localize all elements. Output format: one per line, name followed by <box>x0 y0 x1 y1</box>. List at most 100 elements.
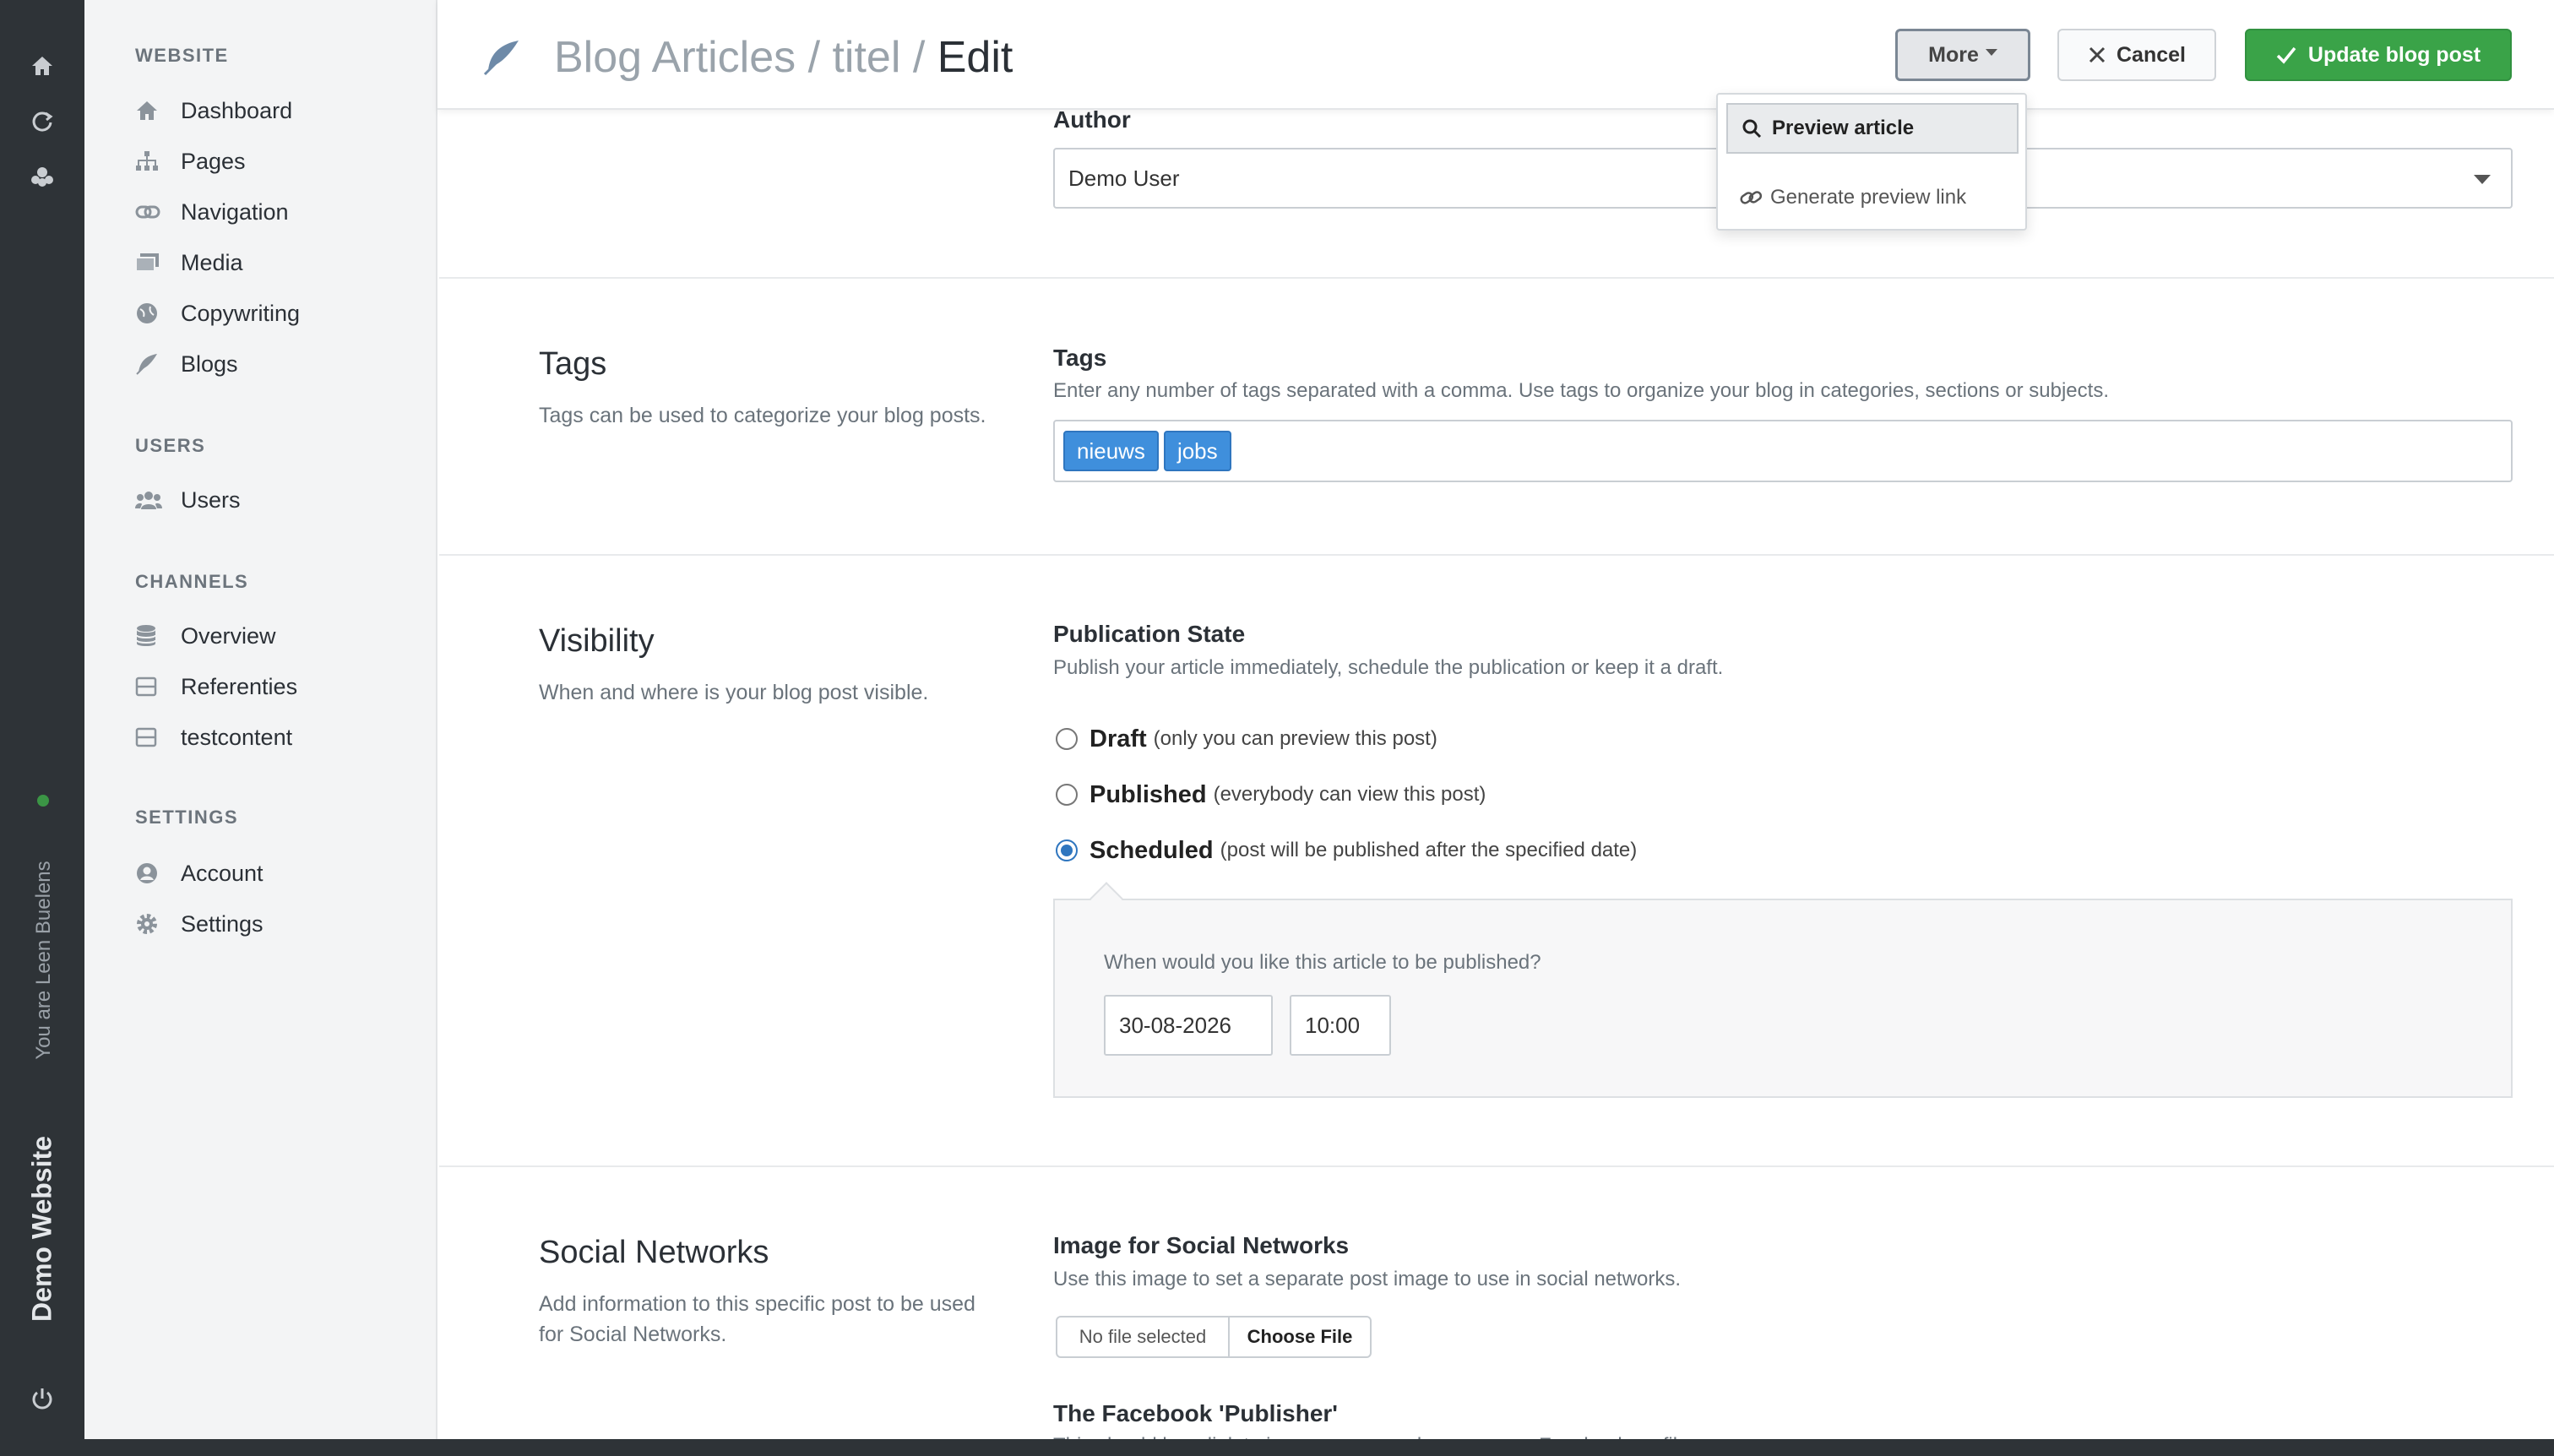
section-divider <box>439 1165 2554 1167</box>
sidebar-item-pages[interactable]: Pages <box>135 143 422 180</box>
radio-title: Draft <box>1090 725 1147 752</box>
power-icon[interactable] <box>25 1382 59 1415</box>
schedule-question: When would you like this article to be p… <box>1104 951 1541 974</box>
sidebar-item-label: Dashboard <box>181 97 293 123</box>
users-icon[interactable] <box>25 160 59 194</box>
tags-section-title: Tags <box>539 346 607 382</box>
gear-icon <box>135 911 166 937</box>
sidebar-item-label: Users <box>181 486 241 513</box>
social-image-file-input[interactable]: No file selected Choose File <box>1056 1316 1372 1358</box>
sidebar-item-label: Account <box>181 860 264 886</box>
database-icon <box>135 623 166 649</box>
sidebar-item-blogs[interactable]: Blogs <box>135 345 422 383</box>
tag-chip[interactable]: jobs <box>1163 431 1231 471</box>
current-user-label: You are Leen Buelens <box>32 861 55 1060</box>
sidebar-item-dashboard[interactable]: Dashboard <box>135 92 422 129</box>
box-icon <box>135 674 166 699</box>
social-section-description: Add information to this specific post to… <box>539 1292 975 1346</box>
menu-item-label: Generate preview link <box>1770 186 1967 209</box>
feather-icon <box>135 351 166 377</box>
tags-section-description: Tags can be used to categorize your blog… <box>539 404 986 427</box>
sidebar-item-navigation[interactable]: Navigation <box>135 193 422 231</box>
sidebar-item-label: Blogs <box>181 350 238 377</box>
search-icon <box>1742 118 1765 139</box>
publication-state-label: Publication State <box>1053 621 1246 647</box>
refresh-icon[interactable] <box>25 105 59 139</box>
breadcrumb-article[interactable]: titel <box>832 33 900 82</box>
sidebar-item-label: Referenties <box>181 673 298 699</box>
more-button-label: More <box>1928 42 1979 67</box>
menu-item-label: Preview article <box>1772 117 1915 139</box>
sidebar-item-users[interactable]: Users <box>135 481 422 519</box>
radio-note: (everybody can view this post) <box>1213 783 1486 806</box>
tags-input[interactable]: nieuws jobs <box>1053 420 2513 482</box>
feather-icon <box>481 37 522 82</box>
breadcrumb-current: Edit <box>937 33 1013 82</box>
sidebar: WEBSITE Dashboard Pages Navigation Media… <box>84 0 437 1456</box>
cancel-button-label: Cancel <box>2117 42 2186 67</box>
section-divider <box>439 277 2554 279</box>
radio-title: Published <box>1090 780 1207 808</box>
sidebar-item-label: Settings <box>181 910 264 937</box>
sitemap-icon <box>135 149 166 174</box>
images-icon <box>135 250 166 275</box>
social-image-help: Use this image to set a separate post im… <box>1053 1268 1682 1290</box>
breadcrumb-blog-articles[interactable]: Blog Articles <box>554 33 796 82</box>
close-icon <box>2088 46 2106 64</box>
radio-button[interactable] <box>1056 728 1078 750</box>
radio-title: Scheduled <box>1090 836 1214 864</box>
sidebar-item-referenties[interactable]: Referenties <box>135 668 422 705</box>
app-rail: You are Leen Buelens Demo Website <box>0 0 84 1456</box>
more-dropdown-menu: Preview article Generate preview link <box>1716 93 2027 231</box>
schedule-panel: When would you like this article to be p… <box>1053 899 2513 1098</box>
sidebar-item-label: Copywriting <box>181 300 301 326</box>
box-icon <box>135 725 166 750</box>
sidebar-heading-users: USERS <box>135 435 206 456</box>
visibility-section-description: When and where is your blog post visible… <box>539 681 929 704</box>
globe-icon <box>135 301 166 326</box>
breadcrumb-separator: / <box>796 33 833 82</box>
check-icon <box>2276 46 2296 64</box>
cancel-button[interactable]: Cancel <box>2057 29 2216 81</box>
tags-field-label: Tags <box>1053 345 1107 371</box>
sidebar-item-account[interactable]: Account <box>135 855 422 892</box>
sidebar-item-settings[interactable]: Settings <box>135 905 422 943</box>
sidebar-item-testcontent[interactable]: testcontent <box>135 719 422 756</box>
home-icon[interactable] <box>25 49 59 83</box>
radio-published[interactable]: Published (everybody can view this post) <box>1056 778 1486 812</box>
sidebar-item-label: Media <box>181 249 243 275</box>
breadcrumb-separator: / <box>900 33 937 82</box>
bottom-bar <box>0 1439 2554 1456</box>
radio-scheduled[interactable]: Scheduled (post will be published after … <box>1056 834 1637 867</box>
sidebar-item-label: Pages <box>181 148 246 174</box>
publish-date-input[interactable]: 30-08-2026 <box>1104 995 1273 1056</box>
site-name[interactable]: Demo Website <box>27 1136 58 1322</box>
user-circle-icon <box>135 861 166 886</box>
users-icon <box>135 487 166 513</box>
update-blog-post-button[interactable]: Update blog post <box>2245 29 2512 81</box>
radio-button[interactable] <box>1056 784 1078 806</box>
social-section-title: Social Networks <box>539 1235 769 1270</box>
more-button[interactable]: More <box>1895 29 2030 81</box>
sidebar-item-media[interactable]: Media <box>135 244 422 281</box>
author-select-value: Demo User <box>1068 165 1180 191</box>
tag-chip[interactable]: nieuws <box>1063 431 1159 471</box>
author-label: Author <box>1053 106 1131 133</box>
sidebar-item-label: testcontent <box>181 724 293 750</box>
publish-time-input[interactable]: 10:00 <box>1290 995 1391 1056</box>
file-status: No file selected <box>1057 1317 1230 1356</box>
radio-note: (only you can preview this post) <box>1153 727 1437 750</box>
menu-item-generate-preview-link[interactable]: Generate preview link <box>1726 172 2019 223</box>
facebook-publisher-label: The Facebook 'Publisher' <box>1053 1400 1338 1426</box>
sidebar-item-overview[interactable]: Overview <box>135 617 422 655</box>
menu-item-preview-article[interactable]: Preview article <box>1726 103 2019 154</box>
sidebar-item-label: Navigation <box>181 198 289 225</box>
radio-draft[interactable]: Draft (only you can preview this post) <box>1056 722 1437 756</box>
tags-help-text: Enter any number of tags separated with … <box>1053 379 2109 402</box>
sidebar-heading-settings: SETTINGS <box>135 807 239 828</box>
radio-button-selected[interactable] <box>1056 839 1078 861</box>
publication-state-help: Publish your article immediately, schedu… <box>1053 656 1724 679</box>
choose-file-button[interactable]: Choose File <box>1230 1317 1370 1356</box>
sidebar-item-copywriting[interactable]: Copywriting <box>135 295 422 332</box>
radio-note: (post will be published after the specif… <box>1220 839 1638 861</box>
